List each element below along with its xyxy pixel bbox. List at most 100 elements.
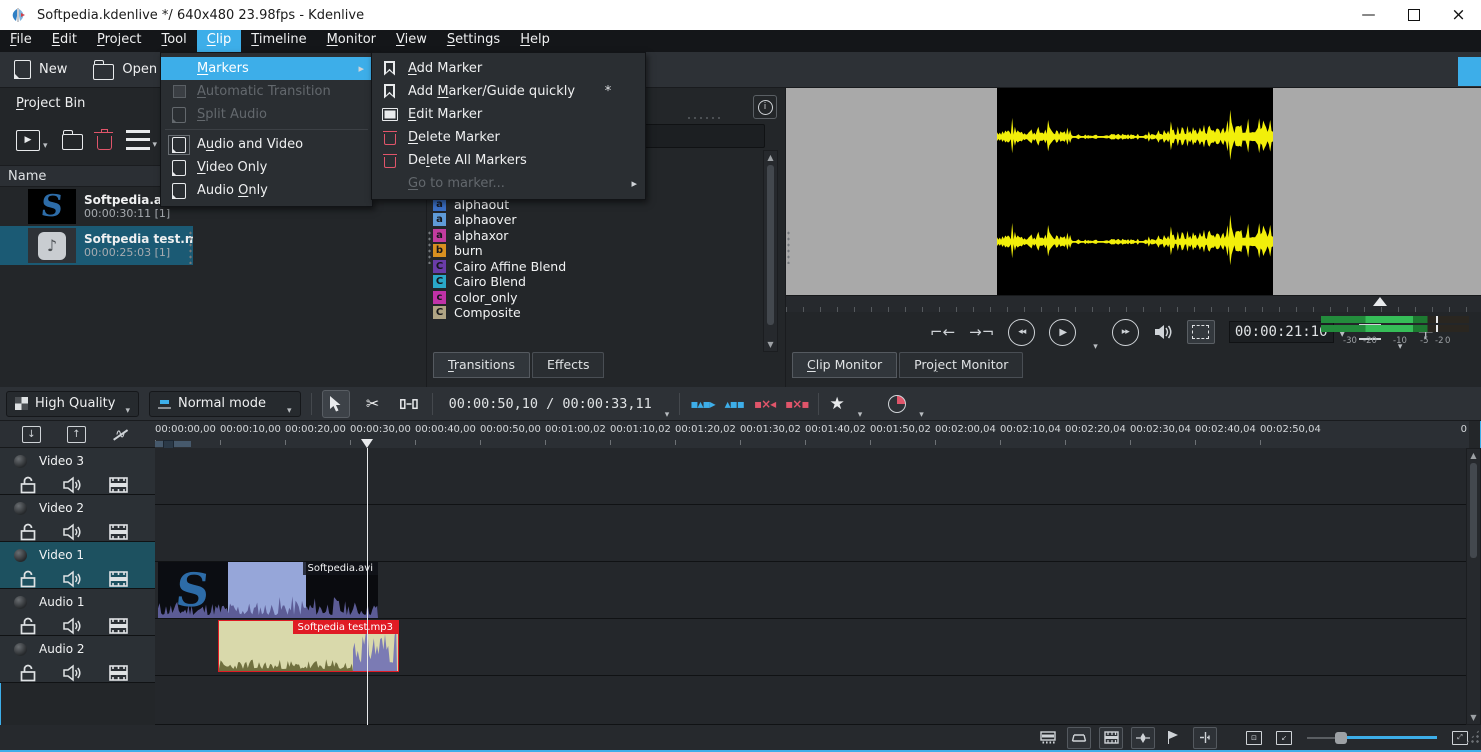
transition-item[interactable]: C Cairo Blend [433, 274, 761, 289]
menubar-item[interactable]: Clip [196, 30, 242, 52]
clip-menu-item[interactable]: Markers ▸ [161, 57, 372, 80]
transition-item[interactable]: c color_only [433, 290, 761, 305]
lock-icon[interactable] [20, 523, 36, 541]
audio-clip-selected[interactable]: Softpedia test.mp3 [218, 620, 399, 672]
delete-clip-button[interactable] [93, 128, 113, 150]
hide-video-icon[interactable] [109, 571, 128, 587]
extract-zone-icon[interactable]: ▪×◂ [754, 397, 776, 411]
audio-waveform-toggle-icon[interactable] [1131, 726, 1155, 749]
toolbar-accent-block[interactable] [1458, 57, 1481, 86]
monitor-timecode[interactable]: 00:00:21:10 [1228, 321, 1334, 343]
track-header[interactable]: Video 2 [0, 495, 155, 542]
playhead[interactable] [367, 448, 368, 746]
track-lane-audio2[interactable] [155, 676, 1469, 725]
snap-icon[interactable] [1193, 726, 1217, 749]
insert-track-zone-icon[interactable]: ↓ [22, 425, 41, 443]
rewind-button[interactable]: ◂◂ [1008, 318, 1036, 346]
timeline-tracks-area[interactable]: S Softpedia.avi Softpedia test.mp3 [155, 448, 1469, 746]
clip-menu-item[interactable]: Video Only [161, 156, 372, 179]
audio-thumbnails-icon[interactable] [1067, 726, 1091, 749]
preview-render-icon[interactable] [888, 394, 907, 413]
playhead-marker[interactable] [361, 439, 373, 448]
panel-tab[interactable]: Effects [531, 352, 605, 378]
lock-icon[interactable] [20, 664, 36, 682]
clip-menu-item[interactable]: Audio and Video [161, 133, 372, 156]
video-clip[interactable]: S Softpedia.avi [158, 562, 378, 618]
bin-splitter-handle[interactable] [188, 230, 193, 264]
menubar-item[interactable]: Help [510, 30, 560, 52]
zone-end-icon[interactable]: →¬ [969, 323, 994, 341]
favorite-effects-dropdown[interactable]: ▾ [858, 410, 863, 420]
track-target-icon[interactable] [14, 454, 27, 468]
monitor-playhead-marker[interactable] [1373, 297, 1387, 306]
track-target-icon[interactable] [14, 595, 27, 609]
timeline-effects-off-icon[interactable]: ∿ [112, 427, 129, 442]
timeline-vertical-scrollbar[interactable]: ▲ ▼ [1466, 448, 1481, 725]
track-lane-video2[interactable] [155, 505, 1469, 562]
track-target-icon[interactable] [14, 548, 27, 562]
mute-icon[interactable] [63, 476, 82, 494]
selection-tool-button[interactable] [321, 389, 350, 418]
track-header[interactable]: Video 3 [0, 448, 155, 495]
monitor-splitter-handle[interactable] [786, 230, 791, 264]
spacer-tool-button[interactable] [396, 391, 422, 417]
volume-icon[interactable] [1153, 323, 1173, 341]
transitions-splitter-handle[interactable] [427, 230, 432, 264]
create-folder-button[interactable] [61, 130, 83, 150]
mute-icon[interactable] [63, 523, 82, 541]
lock-icon[interactable] [20, 570, 36, 588]
menubar-item[interactable]: File [0, 30, 42, 52]
track-target-icon[interactable] [14, 642, 27, 656]
lock-icon[interactable] [20, 617, 36, 635]
play-button[interactable]: ▶ [1049, 318, 1077, 346]
track-header[interactable]: Audio 2 [0, 636, 155, 683]
transition-item[interactable]: C Composite [433, 305, 761, 320]
markers-menu-item[interactable]: Add Marker [372, 57, 645, 80]
zoom-slider-handle[interactable] [1335, 731, 1347, 744]
zone-toggle-button[interactable] [1186, 320, 1215, 344]
menubar-item[interactable]: View [386, 30, 437, 52]
clip-menu-item[interactable]: Automatic Transition [161, 80, 372, 103]
track-lane-video3[interactable] [155, 448, 1469, 505]
markers-menu-item[interactable]: Add Marker/Guide quickly * [372, 80, 645, 103]
zoom-fit-icon[interactable]: ⤢ [1449, 728, 1471, 748]
menubar-item[interactable]: Timeline [241, 30, 316, 52]
transition-item[interactable]: C Cairo Affine Blend [433, 259, 761, 274]
track-header[interactable]: Video 1 [0, 542, 155, 589]
bin-clip-row[interactable]: ♪ Softpedia test.mp3 00:00:25:03 [1] [0, 226, 193, 265]
video-thumbnails-icon[interactable] [1037, 728, 1059, 748]
zone-start-icon[interactable]: ⌐← [930, 323, 955, 341]
open-button[interactable]: Open [93, 59, 157, 80]
transitions-scrollbar[interactable]: ▲ ▼ [763, 150, 778, 352]
menubar-item[interactable]: Tool [151, 30, 196, 52]
menubar-item[interactable]: Settings [437, 30, 510, 52]
extract-track-zone-icon[interactable]: ↑ [67, 425, 86, 443]
forward-button[interactable]: ▸▸ [1111, 318, 1139, 346]
transition-item[interactable]: b burn [433, 243, 761, 258]
mute-icon[interactable] [63, 664, 82, 682]
insert-zone-icon[interactable]: ▪▴▪▸ [690, 397, 715, 411]
transition-item[interactable]: a alphaover [433, 212, 761, 227]
razor-tool-button[interactable]: ✂ [360, 391, 386, 417]
monitor-tab[interactable]: Project Monitor [899, 352, 1024, 378]
clip-menu-item[interactable]: Split Audio [161, 103, 372, 130]
monitor-tab[interactable]: Clip Monitor [792, 352, 898, 378]
show-thumbnails-icon[interactable] [1099, 726, 1123, 749]
markers-menu-item[interactable]: Delete Marker [372, 126, 645, 149]
transition-item[interactable]: a alphaxor [433, 228, 761, 243]
hide-video-icon[interactable] [109, 524, 128, 540]
show-markers-flag-icon[interactable] [1163, 728, 1185, 748]
track-header[interactable]: Audio 1 [0, 589, 155, 636]
timeline-zoom-slider[interactable] [1307, 731, 1437, 745]
lock-icon[interactable] [20, 476, 36, 494]
quality-combobox[interactable]: High Quality ▾ [6, 390, 139, 417]
timecode-dropdown[interactable]: ▾ [665, 410, 670, 420]
clip-menu-item[interactable]: Audio Only [161, 179, 372, 202]
overwrite-zone-icon[interactable]: ▴▪▪ [725, 397, 745, 411]
preview-render-dropdown[interactable]: ▾ [919, 410, 924, 420]
markers-menu-item[interactable]: Delete All Markers [372, 149, 645, 172]
menubar-item[interactable]: Edit [42, 30, 87, 52]
zoom-out-icon[interactable]: ↙ [1273, 728, 1295, 748]
markers-menu-item[interactable]: Edit Marker [372, 103, 645, 126]
markers-menu-item[interactable]: Go to marker... ▸ [372, 172, 645, 195]
